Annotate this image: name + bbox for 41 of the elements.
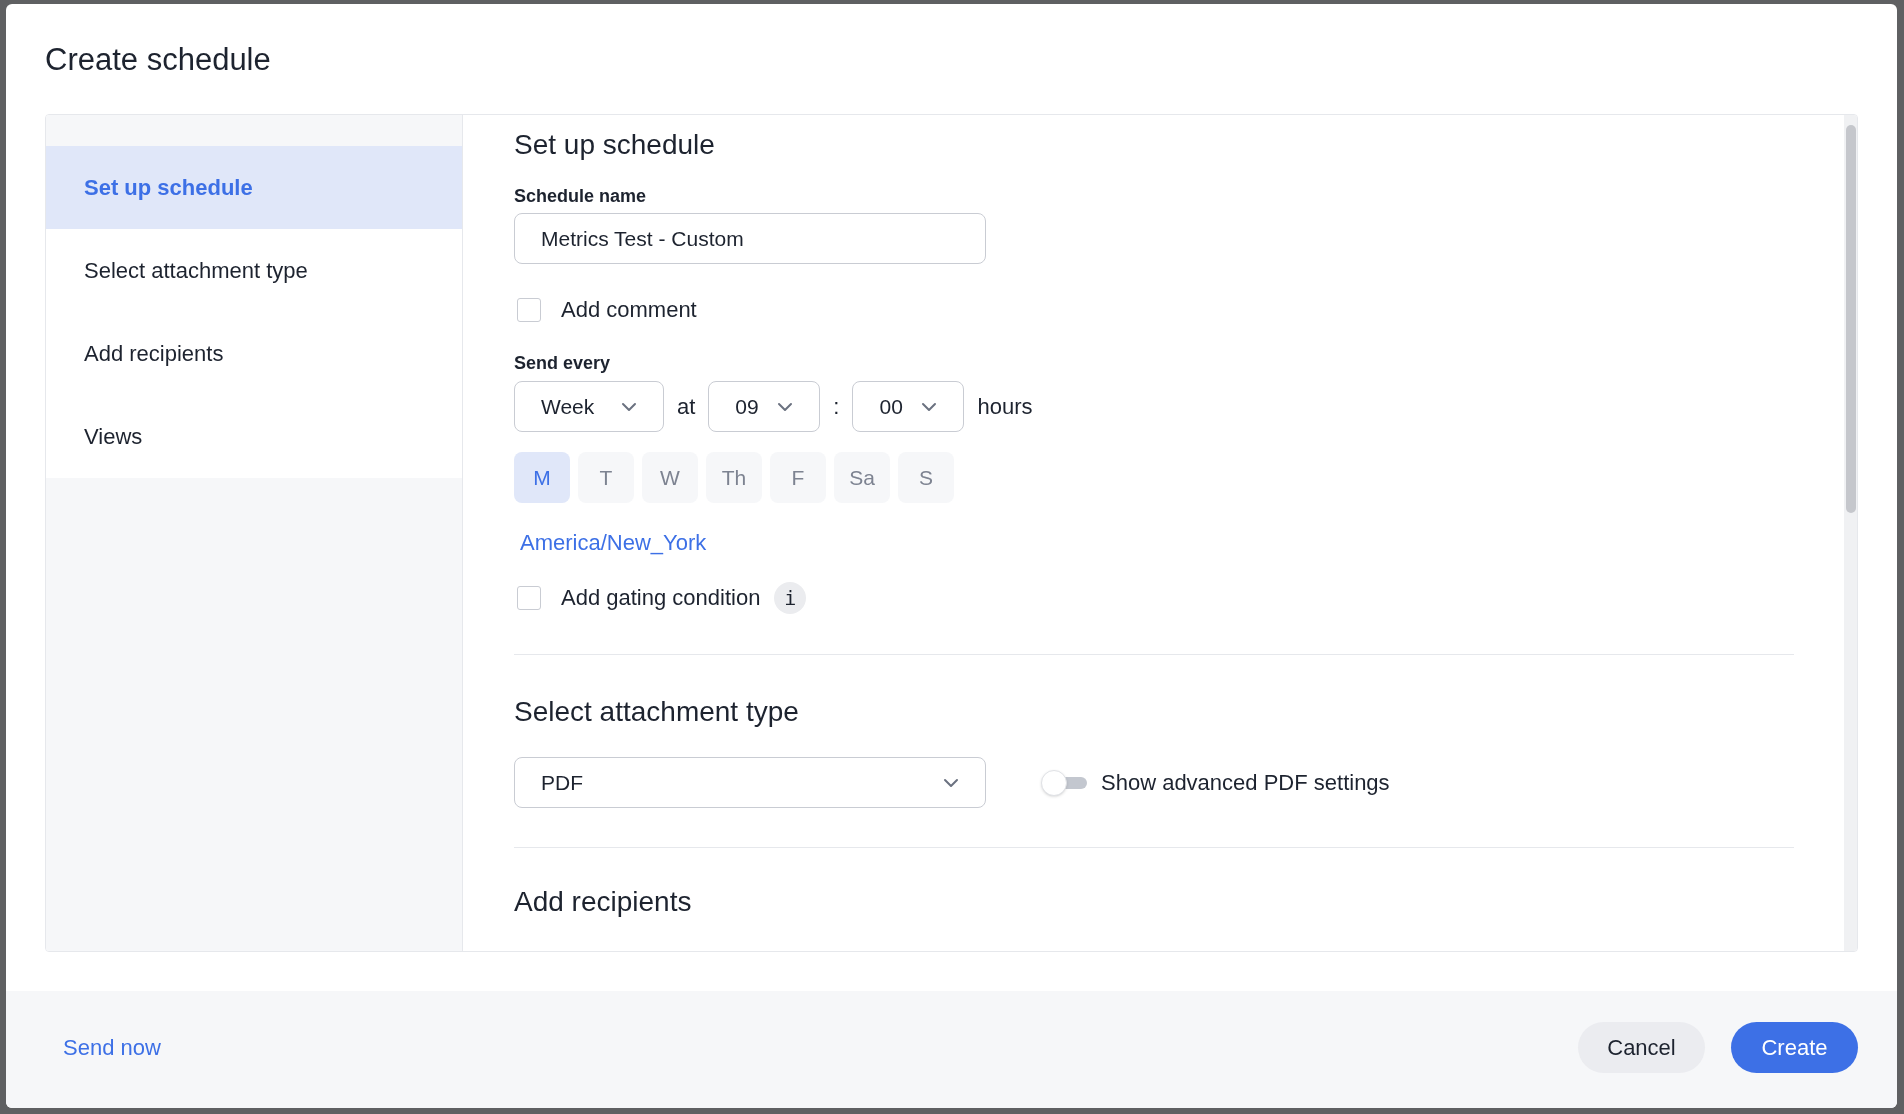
scrollbar[interactable] <box>1844 115 1857 951</box>
hour-dropdown[interactable]: 09 <box>708 381 821 432</box>
section-heading: Add recipients <box>514 885 693 919</box>
weekday-toggle[interactable]: M <box>514 452 570 503</box>
timezone-link[interactable]: America/New_York <box>520 530 707 555</box>
chevron-down-icon <box>777 401 794 412</box>
cancel-button[interactable]: Cancel <box>1578 1022 1705 1073</box>
checkbox-label: Add gating condition <box>561 584 761 612</box>
weekday-toggle[interactable]: T <box>578 452 634 503</box>
minute-dropdown[interactable]: 00 <box>852 381 965 432</box>
weekday-toggle[interactable]: W <box>642 452 698 503</box>
field-label: Schedule name <box>514 185 647 207</box>
info-icon[interactable]: i <box>774 581 807 614</box>
weekday-toggle[interactable]: Th <box>706 452 762 503</box>
hours-label: hours <box>977 393 1033 421</box>
attachment-type-dropdown[interactable]: PDF <box>514 757 986 808</box>
schedule-name-field[interactable]: Metrics Test - Custom <box>514 213 986 264</box>
sidebar-item[interactable]: Add recipients <box>46 312 462 395</box>
dialog-title: Create schedule <box>45 41 272 79</box>
toggle-switch[interactable] <box>1041 769 1087 796</box>
time-separator: : <box>833 393 840 421</box>
weekday-toggle[interactable]: F <box>770 452 826 503</box>
section-heading: Set up schedule <box>514 128 716 162</box>
section-heading: Select attachment type <box>514 695 800 729</box>
chevron-down-icon <box>943 777 959 788</box>
chevron-down-icon <box>621 401 637 412</box>
sidebar-item[interactable]: Set up schedule <box>46 146 462 229</box>
create-button[interactable]: Create <box>1731 1022 1858 1073</box>
frequency-dropdown[interactable]: Week <box>514 381 664 432</box>
checkbox[interactable] <box>517 585 541 610</box>
field-label: Send every <box>514 352 611 374</box>
send-now-link[interactable]: Send now <box>63 1031 161 1064</box>
weekday-toggle[interactable]: Sa <box>834 452 890 503</box>
sidebar-item[interactable]: Select attachment type <box>46 229 462 312</box>
weekday-toggle[interactable]: S <box>898 452 954 503</box>
chevron-down-icon <box>921 401 938 412</box>
toggle-label: Show advanced PDF settings <box>1101 769 1390 797</box>
checkbox-label: Add comment <box>561 296 697 324</box>
checkbox[interactable] <box>517 297 541 322</box>
at-label: at <box>677 393 696 421</box>
sidebar-item[interactable]: Views <box>46 395 462 478</box>
